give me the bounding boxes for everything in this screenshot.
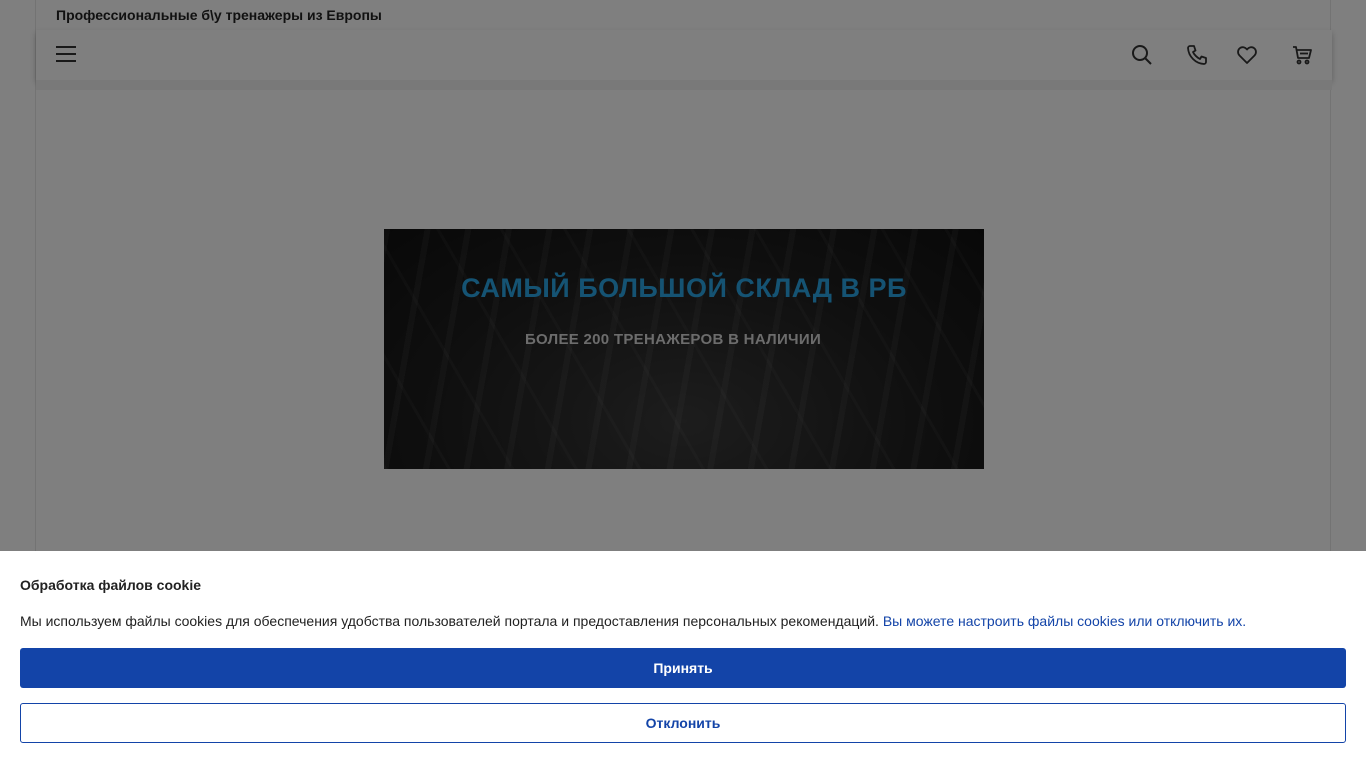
cookie-title: Обработка файлов cookie (20, 577, 202, 593)
cookie-consent-panel: Обработка файлов cookie Мы используем фа… (0, 551, 1366, 768)
cookie-description: Мы используем файлы cookies для обеспече… (20, 613, 879, 629)
cookie-settings-link[interactable]: Вы можете настроить файлы cookies или от… (883, 613, 1246, 629)
cookie-text: Мы используем файлы cookies для обеспече… (20, 613, 1246, 629)
accept-cookies-button[interactable]: Принять (20, 648, 1346, 688)
decline-cookies-button[interactable]: Отклонить (20, 703, 1346, 743)
